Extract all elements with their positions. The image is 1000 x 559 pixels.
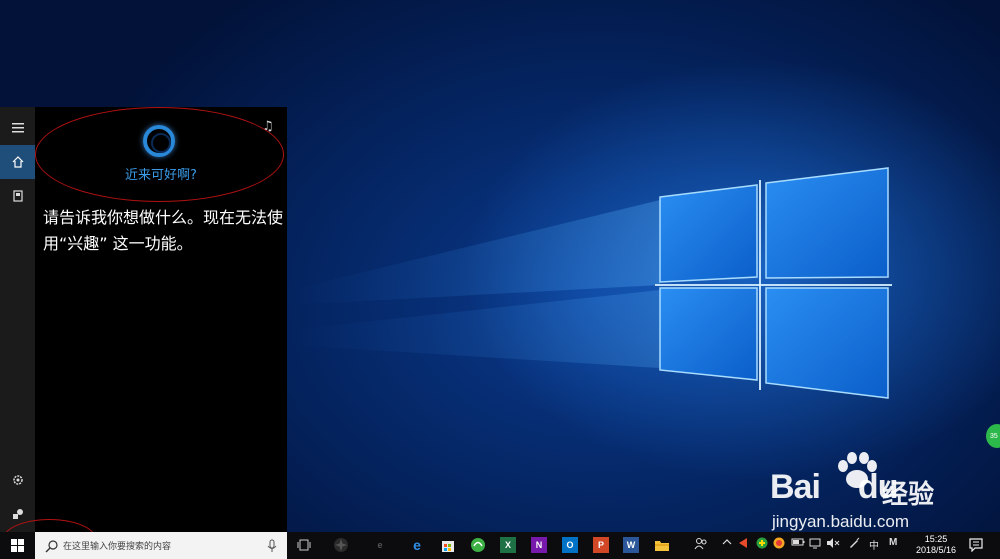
tray-app-icon[interactable] bbox=[738, 537, 748, 552]
music-note-icon[interactable]: ♫ bbox=[262, 119, 274, 134]
clock-time: 15:25 bbox=[924, 534, 948, 544]
gear-icon[interactable] bbox=[0, 463, 35, 497]
watermark-url: jingyan.baidu.com bbox=[772, 512, 910, 531]
windows-logo-icon bbox=[11, 539, 24, 552]
cortana-panel: ♫ 近来可好啊? 请告诉我你想做什么。现在无法使用“兴趣” 这一功能。 bbox=[0, 107, 287, 532]
taskbar: 在这里输入你要搜索的内容 e e X N O P W 中 M 15:25 201… bbox=[0, 532, 1000, 559]
cortana-ring-icon bbox=[143, 125, 175, 157]
volume-muted-icon[interactable] bbox=[826, 537, 840, 552]
notifications-icon[interactable] bbox=[969, 538, 983, 555]
excel-icon[interactable]: X bbox=[500, 537, 516, 553]
notebook-icon[interactable] bbox=[0, 179, 35, 213]
tray-browser-icon[interactable] bbox=[773, 537, 785, 552]
ime-mode-indicator[interactable]: M bbox=[889, 537, 897, 548]
cortana-greeting: 近来可好啊? bbox=[125, 168, 197, 183]
clock[interactable]: 15:25 2018/5/16 bbox=[908, 534, 964, 556]
app-generic-icon[interactable] bbox=[333, 537, 349, 553]
search-placeholder: 在这里输入你要搜索的内容 bbox=[63, 542, 172, 552]
home-icon[interactable] bbox=[0, 145, 35, 179]
task-view-icon[interactable] bbox=[296, 537, 312, 553]
watermark-brand: Bai du bbox=[770, 468, 898, 506]
search-icon bbox=[45, 539, 58, 552]
battery-icon[interactable] bbox=[791, 537, 805, 550]
outlook-icon[interactable]: O bbox=[562, 537, 578, 553]
file-explorer-icon[interactable] bbox=[654, 537, 670, 553]
microphone-icon[interactable] bbox=[267, 539, 277, 553]
hamburger-icon[interactable] bbox=[0, 111, 35, 145]
people-icon[interactable] bbox=[694, 537, 708, 554]
word-icon[interactable]: W bbox=[623, 537, 639, 553]
chevron-up-icon[interactable] bbox=[722, 537, 732, 550]
search-box[interactable]: 在这里输入你要搜索的内容 bbox=[35, 532, 287, 559]
watermark-jingyan: 经验 bbox=[882, 480, 935, 510]
pen-icon[interactable] bbox=[848, 537, 860, 552]
internet-explorer-icon[interactable]: e bbox=[372, 537, 388, 553]
start-button[interactable] bbox=[0, 532, 35, 559]
network-icon[interactable] bbox=[809, 537, 821, 552]
ime-language-indicator[interactable]: 中 bbox=[869, 537, 879, 552]
onenote-icon[interactable]: N bbox=[531, 537, 547, 553]
feedback-icon[interactable] bbox=[0, 497, 35, 531]
edge-icon[interactable]: e bbox=[409, 537, 425, 553]
cortana-sidebar bbox=[0, 107, 35, 532]
store-icon[interactable] bbox=[440, 537, 456, 553]
clock-date: 2018/5/16 bbox=[915, 545, 957, 555]
tray-security-icon[interactable] bbox=[756, 537, 768, 552]
360-browser-icon[interactable] bbox=[470, 537, 486, 553]
cortana-message: 请告诉我你想做什么。现在无法使用“兴趣” 这一功能。 bbox=[43, 208, 284, 253]
baidu-jingyan-watermark: Bai du 经验 jingyan.baidu.com bbox=[768, 452, 1000, 532]
powerpoint-icon[interactable]: P bbox=[593, 537, 609, 553]
